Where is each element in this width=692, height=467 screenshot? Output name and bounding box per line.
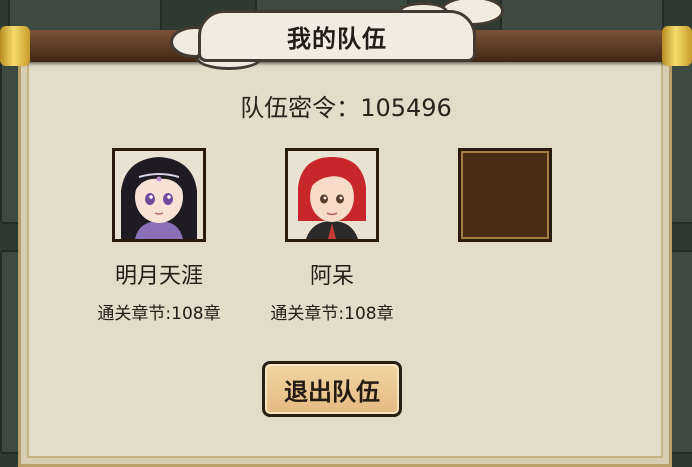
background-tile [670, 60, 692, 224]
background-tile [8, 0, 162, 32]
hero-avatar-icon [288, 151, 376, 239]
leave-team-button[interactable]: 退出队伍 [262, 361, 402, 417]
member-progress: 通关章节:108章 [270, 304, 394, 324]
rod-cap-left [0, 26, 30, 66]
team-code-value: 105496 [360, 94, 452, 122]
team-code-label: 队伍密令： [240, 94, 361, 122]
member-name: 阿呆 [309, 264, 354, 289]
member-slot-1[interactable] [112, 148, 206, 242]
team-code-row: 队伍密令：105496 [0, 88, 692, 123]
member-slot-2[interactable] [285, 148, 379, 242]
heroine-avatar-icon [115, 151, 203, 239]
rod-cap-right [662, 26, 692, 66]
empty-member-slot[interactable] [458, 148, 552, 242]
member-name: 明月天涯 [114, 264, 203, 289]
background-tile [500, 0, 664, 32]
member-progress: 通关章节:108章 [97, 304, 221, 324]
team-dialog-scene: 我的队伍 队伍密令：105496 明月天涯 通关章节:108章 阿呆 通关章节:… [0, 0, 692, 467]
title-banner: 我的队伍 [198, 10, 476, 62]
dialog-title: 我的队伍 [287, 24, 387, 53]
background-tile [670, 250, 692, 454]
